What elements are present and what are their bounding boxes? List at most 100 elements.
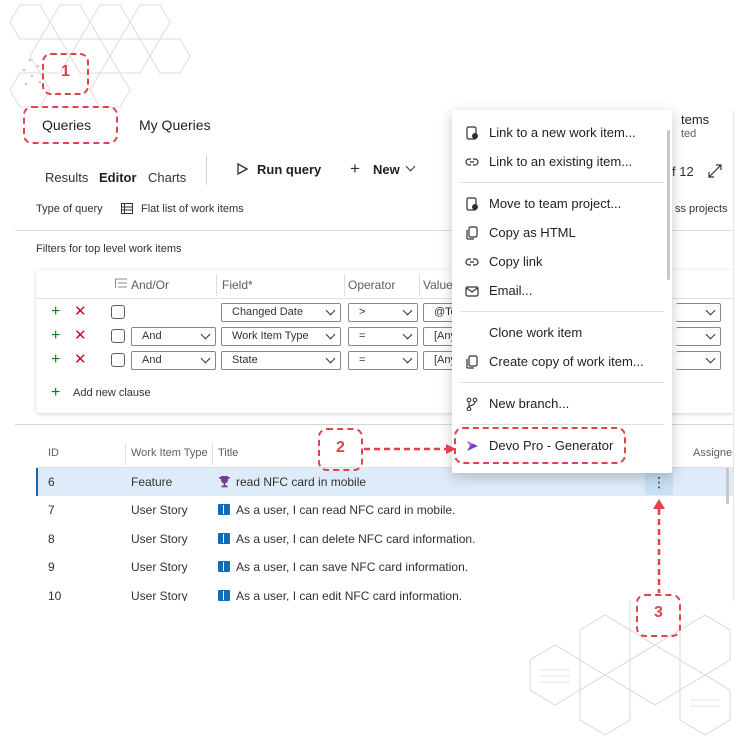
operator-dropdown[interactable]: > [348, 303, 418, 322]
clause-checkbox[interactable] [111, 353, 125, 367]
menu-scrollbar[interactable] [667, 130, 670, 280]
add-new-clause-icon[interactable]: + [51, 385, 60, 401]
tutorial-figure: Queries My Queries tems ted Results Edit… [0, 0, 750, 750]
cross-projects-fragment: ss projects [675, 203, 728, 215]
column-id: ID [48, 447, 59, 459]
cell-title-link[interactable]: As a user, I can read NFC card in mobile… [236, 503, 455, 517]
book-icon [218, 590, 230, 601]
hexagon-pattern-bottom-right [529, 584, 731, 736]
column-divider [216, 274, 217, 296]
book-icon [218, 561, 230, 572]
field-dropdown[interactable]: Work Item Type [221, 327, 341, 346]
annotation-2-arrow [364, 444, 456, 454]
menu-item-label: Copy as HTML [489, 225, 576, 240]
menu-item-label: Move to team project... [489, 196, 622, 211]
menu-item-email[interactable]: Email... [452, 277, 672, 305]
link-icon [465, 258, 479, 266]
menu-item-new-branch[interactable]: New branch... [452, 390, 672, 418]
menu-item-label: Email... [489, 283, 533, 298]
add-clause-plus-icon[interactable]: + [51, 352, 60, 368]
andor-dropdown[interactable]: And [131, 351, 216, 370]
column-field: Field* [222, 278, 253, 292]
menu-item-label: Link to an existing item... [489, 154, 633, 169]
clause-checkbox[interactable] [111, 329, 125, 343]
annotation-devo-pro-box [454, 427, 626, 464]
annotation-2-number: 2 [336, 439, 345, 456]
value-dropdown-right[interactable] [676, 303, 721, 322]
value-dropdown-right[interactable] [676, 327, 721, 346]
new-button[interactable]: + New [350, 159, 425, 182]
work-item-context-menu: Link to a new work item... Link to an ex… [452, 110, 672, 473]
table-row[interactable]: 8 User Story As a user, I can delete NFC… [36, 525, 733, 553]
menu-item-copy-link[interactable]: Copy link [452, 248, 672, 276]
copy-icon [466, 226, 478, 240]
column-title: Title [218, 447, 239, 459]
tab-results[interactable]: Results [45, 170, 88, 185]
table-row[interactable]: 10 User Story As a user, I can edit NFC … [36, 582, 733, 601]
type-of-query-value[interactable]: Flat list of work items [141, 203, 244, 215]
cell-title-link[interactable]: As a user, I can delete NFC card informa… [236, 532, 475, 546]
header-title-fragment: tems [681, 112, 710, 127]
branch-icon [466, 397, 478, 411]
link-icon [465, 158, 479, 166]
field-dropdown[interactable]: Changed Date [221, 303, 341, 322]
field-dropdown[interactable]: State [221, 351, 341, 370]
cell-title-link[interactable]: As a user, I can save NFC card informati… [236, 560, 468, 574]
copy-icon [466, 355, 478, 369]
operator-dropdown[interactable]: = [348, 351, 418, 370]
type-of-query-label: Type of query [36, 203, 103, 215]
clause-checkbox[interactable] [111, 305, 125, 319]
andor-dropdown[interactable]: And [131, 327, 216, 346]
chevron-down-icon [405, 161, 416, 172]
run-query-label: Run query [257, 162, 322, 177]
menu-separator [460, 424, 664, 425]
menu-item-link-existing[interactable]: Link to an existing item... [452, 148, 672, 176]
delete-clause-icon[interactable]: ✕ [74, 352, 87, 368]
column-value: Value [423, 278, 453, 292]
menu-separator [460, 311, 664, 312]
add-new-clause-button[interactable]: Add new clause [73, 387, 151, 399]
menu-item-label: New branch... [489, 396, 570, 411]
toolbar-divider [206, 155, 207, 185]
expand-icon[interactable] [708, 164, 722, 178]
annotation-3-arrow [653, 499, 665, 593]
cell-type: User Story [131, 560, 188, 574]
play-icon [237, 163, 248, 175]
column-assigned: Assigne [693, 447, 733, 459]
cell-type: User Story [131, 532, 188, 546]
column-operator: Operator [348, 278, 396, 292]
menu-item-clone-work-item[interactable]: Clone work item [452, 319, 672, 347]
hexagon-pattern-top-left [9, 4, 191, 108]
add-clause-plus-icon[interactable]: + [51, 304, 60, 320]
delete-clause-icon[interactable]: ✕ [74, 328, 87, 344]
cell-title-link[interactable]: As a user, I can edit NFC card informati… [236, 589, 462, 601]
filters-heading: Filters for top level work items [36, 243, 182, 255]
cell-title-link[interactable]: read NFC card in mobile [236, 475, 366, 489]
menu-item-label: Clone work item [489, 325, 583, 340]
cell-id: 7 [48, 503, 55, 517]
menu-item-copy-as-html[interactable]: Copy as HTML [452, 219, 672, 247]
new-label: New [373, 162, 400, 177]
table-row[interactable]: 7 User Story As a user, I can read NFC c… [36, 496, 733, 524]
more-vertical-icon: ⋮ [652, 474, 666, 490]
book-icon [218, 504, 230, 515]
tab-my-queries[interactable]: My Queries [139, 117, 211, 133]
group-clauses-icon[interactable] [115, 278, 127, 289]
grid-scrollbar[interactable] [726, 468, 729, 504]
menu-item-link-new-work-item[interactable]: Link to a new work item... [452, 119, 672, 147]
table-row[interactable]: 9 User Story As a user, I can save NFC c… [36, 553, 733, 581]
column-work-item-type: Work Item Type [131, 447, 208, 459]
plus-icon: + [350, 159, 360, 178]
operator-dropdown[interactable]: = [348, 327, 418, 346]
tab-charts[interactable]: Charts [148, 170, 186, 185]
add-clause-plus-icon[interactable]: + [51, 328, 60, 344]
menu-item-create-copy[interactable]: Create copy of work item... [452, 348, 672, 376]
more-actions-button[interactable]: ⋮ [645, 471, 673, 495]
value-dropdown-right[interactable] [676, 351, 721, 370]
delete-clause-icon[interactable]: ✕ [74, 304, 87, 320]
move-icon [466, 197, 478, 211]
trophy-icon [219, 476, 230, 488]
column-divider [212, 443, 213, 465]
menu-item-move-to-team-project[interactable]: Move to team project... [452, 190, 672, 218]
tab-editor[interactable]: Editor [99, 170, 137, 185]
